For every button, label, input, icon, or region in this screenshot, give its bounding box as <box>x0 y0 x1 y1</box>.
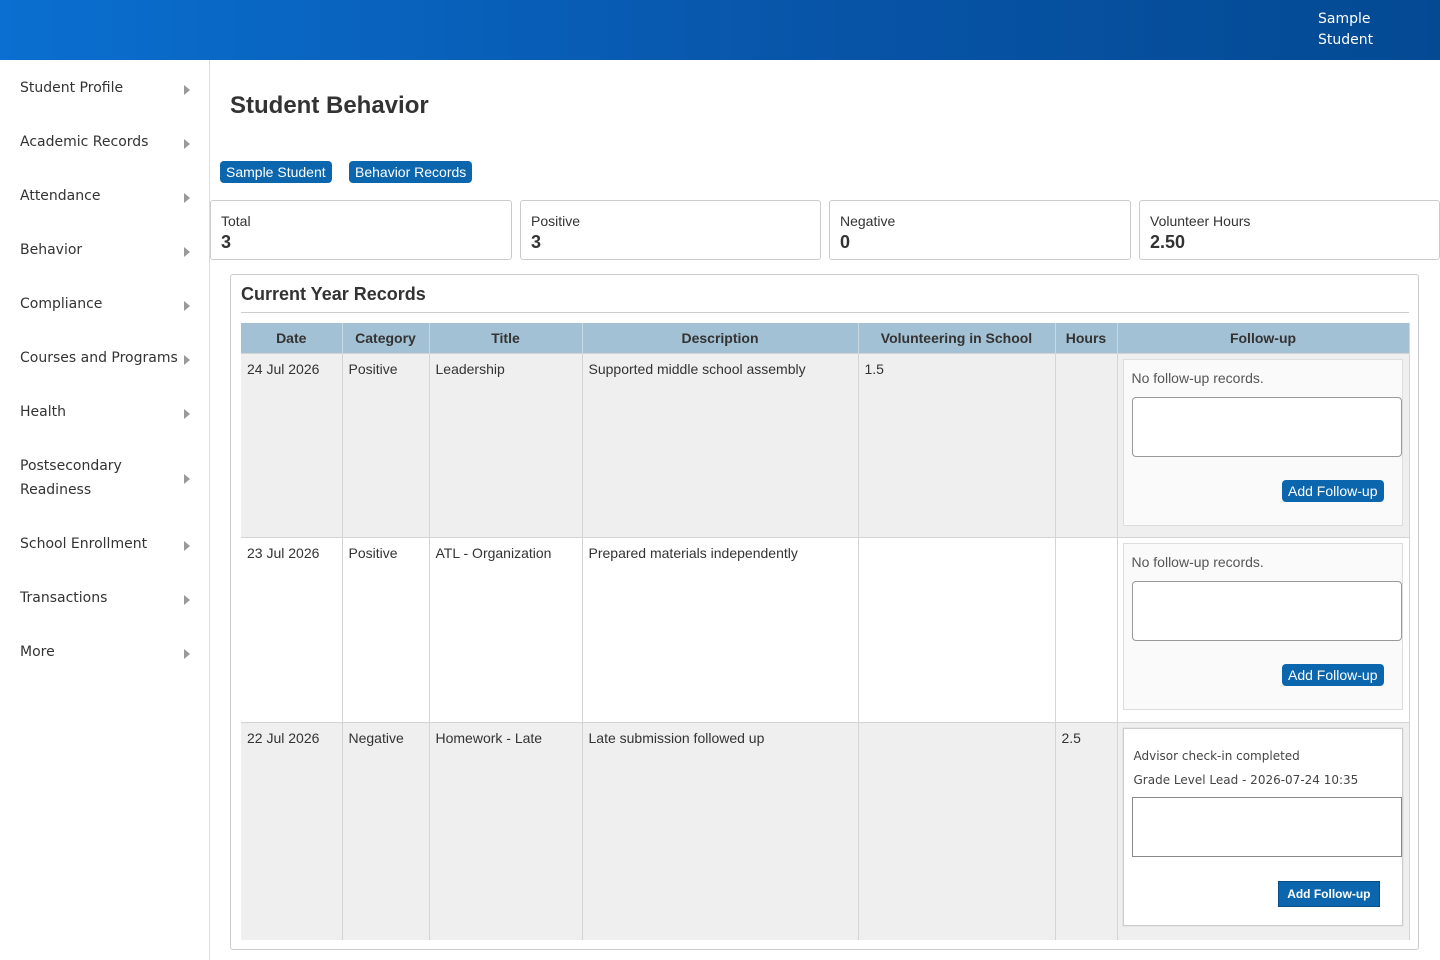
stat-label: Negative <box>840 213 896 229</box>
chevron-right-icon <box>184 193 190 203</box>
cell-hours: 2.5 <box>1055 722 1118 940</box>
stat-card-volunteer-hours: Volunteer Hours 2.50 <box>1139 200 1440 260</box>
cell-volunteering <box>858 537 1056 723</box>
chevron-right-icon <box>184 649 190 659</box>
column-header-follow-up[interactable]: Follow-up <box>1117 323 1410 354</box>
sidebar-item-health[interactable]: Health <box>0 400 209 424</box>
cell-volunteering <box>858 722 1056 940</box>
divider <box>241 312 1409 313</box>
sidebar-item-courses-and-programs[interactable]: Courses and Programs <box>0 346 209 370</box>
cell-description: Prepared materials independently <box>582 537 859 723</box>
records-title: Current Year Records <box>241 284 426 304</box>
column-header-description[interactable]: Description <box>582 323 859 354</box>
sidebar-item-postsecondary-readiness[interactable]: Postsecondary Readiness <box>0 454 209 502</box>
stat-value: 0 <box>840 232 851 252</box>
sidebar-item-label: More <box>20 644 55 660</box>
cell-title: Leadership <box>429 353 583 538</box>
stat-value: 3 <box>531 232 542 252</box>
follow-up-textarea[interactable] <box>1131 397 1402 457</box>
table-row: 24 Jul 2026 Positive Leadership Supporte… <box>241 353 1410 538</box>
follow-up-status: No follow-up records. <box>1131 370 1264 386</box>
cell-description: Supported middle school assembly <box>582 353 859 538</box>
sidebar-item-label: School Enrollment <box>20 536 148 552</box>
stat-card-negative: Negative 0 <box>829 200 1131 260</box>
sidebar-item-label: Attendance <box>20 188 101 204</box>
column-header-category[interactable]: Category <box>342 323 430 354</box>
stat-label: Volunteer Hours <box>1150 213 1251 229</box>
chevron-right-icon <box>184 409 190 419</box>
chevron-right-icon <box>184 541 190 551</box>
top-bar: Sample Student <box>0 0 1440 60</box>
sidebar-item-label: Health <box>20 404 66 420</box>
chevron-right-icon <box>184 247 190 257</box>
sidebar-item-label: Student Profile <box>20 80 124 96</box>
sidebar-item-academic-records[interactable]: Academic Records <box>0 130 209 154</box>
follow-up-box: Advisor check-in completed Grade Level L… <box>1122 728 1403 926</box>
chevron-right-icon <box>184 355 190 365</box>
cell-title: ATL - Organization <box>429 537 583 723</box>
cell-follow-up: No follow-up records. Add Follow-up <box>1117 537 1410 723</box>
sidebar-item-student-profile[interactable]: Student Profile <box>0 76 209 100</box>
cell-category: Positive <box>342 353 430 538</box>
stat-card-positive: Positive 3 <box>520 200 821 260</box>
follow-up-status: No follow-up records. <box>1131 554 1264 570</box>
sidebar-item-transactions[interactable]: Transactions <box>0 586 209 610</box>
sidebar-item-behavior[interactable]: Behavior <box>0 238 209 262</box>
follow-up-box: No follow-up records. Add Follow-up <box>1122 543 1403 710</box>
chevron-right-icon <box>184 301 190 311</box>
records-table: Date Category Title Description Voluntee… <box>241 323 1410 940</box>
table-row: 22 Jul 2026 Negative Homework - Late Lat… <box>241 722 1410 940</box>
follow-up-meta: Grade Level Lead - 2026-07-24 10:35 <box>1133 773 1359 787</box>
follow-up-textarea[interactable] <box>1131 797 1402 857</box>
student-name-badge[interactable]: Sample Student <box>220 161 332 183</box>
cell-title: Homework - Late <box>429 722 583 940</box>
sidebar-item-school-enrollment[interactable]: School Enrollment <box>0 532 209 556</box>
add-follow-up-button[interactable]: Add Follow-up <box>1282 480 1384 502</box>
sidebar-item-label: Postsecondary Readiness <box>20 458 122 498</box>
table-row: 23 Jul 2026 Positive ATL - Organization … <box>241 537 1410 723</box>
column-header-volunteering[interactable]: Volunteering in School <box>858 323 1056 354</box>
sidebar-item-compliance[interactable]: Compliance <box>0 292 209 316</box>
stat-label: Total <box>221 213 251 229</box>
sidebar-item-more[interactable]: More <box>0 640 209 664</box>
follow-up-box: No follow-up records. Add Follow-up <box>1122 359 1403 526</box>
sidebar-item-label: Behavior <box>20 242 83 258</box>
cell-follow-up: No follow-up records. Add Follow-up <box>1117 353 1410 538</box>
sidebar-item-label: Courses and Programs <box>20 350 178 366</box>
cell-hours <box>1055 537 1118 723</box>
sidebar-item-label: Compliance <box>20 296 103 312</box>
sidebar-nav: Student Profile Academic Records Attenda… <box>0 60 210 960</box>
sidebar-item-label: Transactions <box>20 590 108 606</box>
follow-up-note: Advisor check-in completed <box>1133 749 1300 763</box>
chevron-right-icon <box>184 85 190 95</box>
cell-hours <box>1055 353 1118 538</box>
chevron-right-icon <box>184 139 190 149</box>
cell-date: 22 Jul 2026 <box>241 722 343 940</box>
behavior-records-badge[interactable]: Behavior Records <box>349 161 473 183</box>
stat-value: 3 <box>221 232 232 252</box>
stat-label: Positive <box>531 213 581 229</box>
stat-value: 2.50 <box>1150 232 1186 252</box>
column-header-title[interactable]: Title <box>429 323 583 354</box>
add-follow-up-button[interactable]: Add Follow-up <box>1282 664 1384 686</box>
cell-date: 23 Jul 2026 <box>241 537 343 723</box>
cell-description: Late submission followed up <box>582 722 859 940</box>
cell-category: Positive <box>342 537 430 723</box>
sidebar-item-attendance[interactable]: Attendance <box>0 184 209 208</box>
stat-card-total: Total 3 <box>210 200 512 260</box>
table-header-row: Date Category Title Description Voluntee… <box>241 323 1410 354</box>
cell-category: Negative <box>342 722 430 940</box>
page-title: Student Behavior <box>230 92 429 119</box>
column-header-hours[interactable]: Hours <box>1055 323 1118 354</box>
column-header-date[interactable]: Date <box>241 323 343 354</box>
cell-volunteering: 1.5 <box>858 353 1056 538</box>
chevron-right-icon <box>184 474 190 484</box>
add-follow-up-button[interactable]: Add Follow-up <box>1278 881 1380 907</box>
cell-date: 24 Jul 2026 <box>241 353 343 538</box>
user-name[interactable]: Sample Student <box>1318 9 1378 51</box>
follow-up-textarea[interactable] <box>1131 581 1402 641</box>
chevron-right-icon <box>184 595 190 605</box>
sidebar-item-label: Academic Records <box>20 134 149 150</box>
cell-follow-up: Advisor check-in completed Grade Level L… <box>1117 722 1410 940</box>
